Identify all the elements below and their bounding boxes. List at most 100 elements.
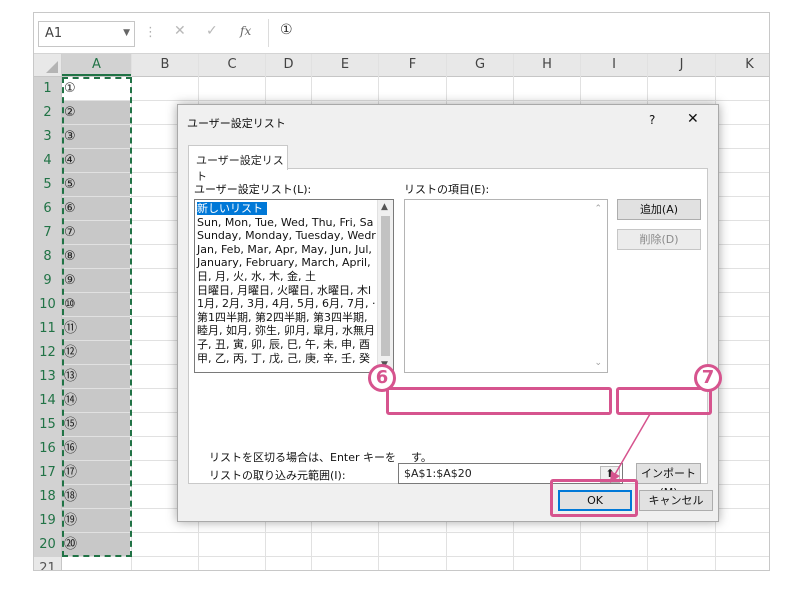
row-header[interactable]: 21 bbox=[34, 557, 62, 570]
list-item[interactable]: 睦月, 如月, 弥生, 卯月, 皐月, 水無月 bbox=[197, 324, 375, 337]
column-header-a[interactable]: A bbox=[62, 54, 132, 76]
list-item[interactable]: 日曜日, 月曜日, 火曜日, 水曜日, 木l bbox=[197, 284, 371, 297]
separator-hint: リストを区切る場合は、Enter キーを bbox=[209, 451, 397, 464]
column-header-d[interactable]: D bbox=[266, 54, 312, 76]
list-item[interactable]: Sunday, Monday, Tuesday, Wedr bbox=[197, 229, 376, 242]
cell-a[interactable]: ⑧ bbox=[62, 245, 130, 268]
list-entries-textarea[interactable]: ⌃ ⌄ bbox=[404, 199, 608, 373]
list-item[interactable]: Jan, Feb, Mar, Apr, May, Jun, Jul, bbox=[197, 243, 372, 256]
enter-icon[interactable]: ✓ bbox=[206, 23, 218, 39]
row-header[interactable]: 7 bbox=[34, 221, 62, 245]
cell-a[interactable]: ⑭ bbox=[62, 389, 130, 412]
cell-a[interactable]: ⑰ bbox=[62, 461, 130, 484]
formula-input[interactable]: ① bbox=[280, 22, 293, 38]
import-range-label: リストの取り込み元範囲(I): bbox=[209, 469, 346, 482]
cell-a[interactable]: ⑥ bbox=[62, 197, 130, 220]
cell-a[interactable]: ⑬ bbox=[62, 365, 130, 388]
column-header-h[interactable]: H bbox=[514, 54, 581, 76]
add-button[interactable]: 追加(A) bbox=[617, 199, 701, 220]
row-header[interactable]: 16 bbox=[34, 437, 62, 461]
cell-a[interactable]: ④ bbox=[62, 149, 130, 172]
formula-divider bbox=[268, 19, 269, 47]
cell-a[interactable]: ⑮ bbox=[62, 413, 130, 436]
fx-icon[interactable]: fx bbox=[240, 24, 251, 38]
name-box-value: A1 bbox=[45, 26, 63, 41]
row-header[interactable]: 10 bbox=[34, 293, 62, 317]
list-item[interactable]: 甲, 乙, 丙, 丁, 戊, 己, 庚, 辛, 壬, 癸 bbox=[197, 352, 370, 365]
list-item[interactable]: 子, 丑, 寅, 卯, 辰, 巳, 午, 未, 申, 酉 bbox=[197, 338, 370, 351]
cell-a[interactable]: ⑦ bbox=[62, 221, 130, 244]
import-range-value: $A$1:$A$20 bbox=[404, 467, 472, 480]
cell-a[interactable]: ⑤ bbox=[62, 173, 130, 196]
row-header[interactable]: 13 bbox=[34, 365, 62, 389]
row-header[interactable]: 3 bbox=[34, 125, 62, 149]
listbox-scrollbar[interactable]: ▲ ▼ bbox=[377, 200, 393, 372]
ok-button[interactable]: OK bbox=[558, 490, 632, 511]
row-header[interactable]: 2 bbox=[34, 101, 62, 125]
column-header-c[interactable]: C bbox=[199, 54, 266, 76]
cell-a[interactable] bbox=[62, 557, 130, 570]
import-range-input[interactable]: $A$1:$A$20 ⬆ bbox=[398, 463, 623, 484]
name-box[interactable]: A1 ▼ bbox=[38, 21, 135, 47]
list-item[interactable]: Sun, Mon, Tue, Wed, Thu, Fri, Sa bbox=[197, 216, 373, 229]
tab-custom-lists[interactable]: ユーザー設定リスト bbox=[188, 145, 288, 183]
row-header[interactable]: 19 bbox=[34, 509, 62, 533]
cancel-icon[interactable]: ✕ bbox=[174, 23, 186, 39]
row-header[interactable]: 17 bbox=[34, 461, 62, 485]
row-header[interactable]: 20 bbox=[34, 533, 62, 557]
table-row: 1① bbox=[34, 77, 769, 101]
column-header-b[interactable]: B bbox=[132, 54, 199, 76]
list-item[interactable]: 新しいリスト bbox=[197, 202, 267, 215]
list-item[interactable]: 日, 月, 火, 水, 木, 金, 土 bbox=[197, 270, 316, 283]
cell-a[interactable]: ⑪ bbox=[62, 317, 130, 340]
select-all-corner[interactable] bbox=[34, 54, 62, 76]
column-header-j[interactable]: J bbox=[648, 54, 716, 76]
import-button[interactable]: インポート(M) bbox=[636, 463, 701, 499]
cell-a[interactable]: ⑯ bbox=[62, 437, 130, 460]
cell-a[interactable]: ⑳ bbox=[62, 533, 130, 556]
cell-a[interactable]: ② bbox=[62, 101, 130, 124]
close-icon[interactable]: ✕ bbox=[687, 111, 699, 127]
row-header[interactable]: 5 bbox=[34, 173, 62, 197]
cell-a[interactable]: ⑩ bbox=[62, 293, 130, 316]
row-header[interactable]: 8 bbox=[34, 245, 62, 269]
row-header[interactable]: 4 bbox=[34, 149, 62, 173]
row-header[interactable]: 6 bbox=[34, 197, 62, 221]
table-row: 21 bbox=[34, 557, 769, 570]
collapse-dialog-icon[interactable]: ⬆ bbox=[600, 466, 620, 483]
row-header[interactable]: 15 bbox=[34, 413, 62, 437]
delete-button[interactable]: 削除(D) bbox=[617, 229, 701, 250]
step-badge-7: 7 bbox=[694, 364, 722, 392]
row-header[interactable]: 18 bbox=[34, 485, 62, 509]
cell-a[interactable]: ① bbox=[62, 77, 130, 100]
cell-a[interactable]: ⑨ bbox=[62, 269, 130, 292]
row-header[interactable]: 11 bbox=[34, 317, 62, 341]
list-entries-label: リストの項目(E): bbox=[404, 183, 490, 196]
row-header[interactable]: 9 bbox=[34, 269, 62, 293]
dialog-title: ユーザー設定リスト bbox=[187, 117, 286, 130]
scroll-down-icon[interactable]: ⌄ bbox=[594, 358, 602, 368]
cell-a[interactable]: ⑲ bbox=[62, 509, 130, 532]
list-item[interactable]: 1月, 2月, 3月, 4月, 5月, 6月, 7月, · bbox=[197, 297, 375, 310]
chevron-down-icon[interactable]: ▼ bbox=[123, 28, 130, 38]
cell-a[interactable]: ③ bbox=[62, 125, 130, 148]
column-header-k[interactable]: K bbox=[716, 54, 769, 76]
scroll-up-icon[interactable]: ▲ bbox=[381, 202, 388, 212]
list-item[interactable]: 第1四半期, 第2四半期, 第3四半期, bbox=[197, 311, 367, 324]
formula-bar: A1 ▼ ⋮ ✕ ✓ fx ① bbox=[34, 13, 769, 54]
cell-a[interactable]: ⑱ bbox=[62, 485, 130, 508]
list-item[interactable]: January, February, March, April, bbox=[197, 256, 371, 269]
help-icon[interactable]: ? bbox=[649, 113, 655, 127]
column-header-i[interactable]: I bbox=[581, 54, 648, 76]
cancel-button[interactable]: キャンセル bbox=[639, 490, 713, 511]
custom-lists-listbox[interactable]: 新しいリスト Sun, Mon, Tue, Wed, Thu, Fri, Sa Su… bbox=[194, 199, 394, 373]
scroll-thumb[interactable] bbox=[381, 216, 390, 356]
scroll-up-icon[interactable]: ⌃ bbox=[594, 204, 602, 214]
column-header-g[interactable]: G bbox=[447, 54, 514, 76]
row-header[interactable]: 12 bbox=[34, 341, 62, 365]
cell-a[interactable]: ⑫ bbox=[62, 341, 130, 364]
column-header-e[interactable]: E bbox=[312, 54, 379, 76]
column-header-f[interactable]: F bbox=[379, 54, 447, 76]
row-header[interactable]: 14 bbox=[34, 389, 62, 413]
row-header[interactable]: 1 bbox=[34, 77, 62, 101]
